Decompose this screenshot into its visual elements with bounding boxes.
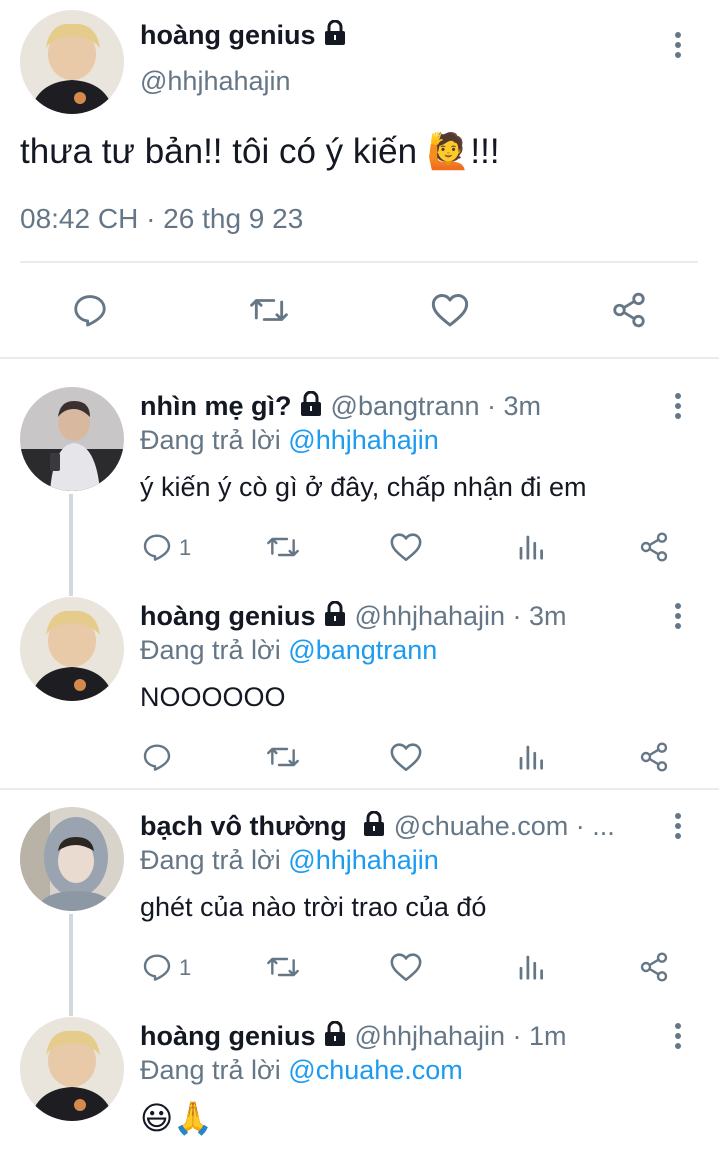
mention-link[interactable]: @bangtrann — [288, 635, 437, 665]
tweet-text: ghét của nào trời trao của đó — [140, 892, 487, 922]
avatar[interactable] — [20, 1017, 124, 1121]
share-icon[interactable] — [638, 741, 670, 773]
avatar[interactable] — [20, 597, 124, 701]
more-icon[interactable] — [673, 393, 683, 423]
lock-icon — [362, 810, 386, 844]
avatar[interactable] — [20, 10, 124, 114]
retweet-icon[interactable] — [248, 291, 290, 329]
lock-icon — [299, 390, 323, 424]
reply-icon[interactable] — [141, 531, 173, 563]
replying-to: Đang trả lời @hhjhahajin — [140, 845, 439, 875]
more-icon[interactable] — [673, 603, 683, 633]
heart-icon[interactable] — [389, 531, 423, 563]
handle-and-time: @bangtrann · 3m — [330, 391, 542, 421]
divider — [20, 261, 698, 263]
divider — [0, 357, 719, 359]
mention-link[interactable]: @hhjhahajin — [288, 845, 439, 875]
tweet-text: thưa tư bản!! tôi có ý kiến 🙋!!! — [20, 132, 500, 171]
analytics-icon[interactable] — [516, 741, 546, 773]
heart-icon[interactable] — [430, 291, 470, 329]
tweet-text: NOOOOOO — [140, 682, 286, 712]
avatar[interactable] — [20, 387, 124, 491]
display-name[interactable]: hoàng genius — [140, 1021, 316, 1051]
timestamp: 08:42 CH · 26 thg 9 23 — [20, 203, 304, 234]
more-icon[interactable] — [673, 32, 683, 62]
thread-line — [69, 914, 73, 1016]
display-name[interactable]: hoàng genius — [140, 20, 316, 50]
lock-icon — [323, 1020, 347, 1054]
thread-line — [69, 494, 73, 596]
share-icon[interactable] — [609, 291, 649, 329]
heart-icon[interactable] — [389, 741, 423, 773]
avatar[interactable] — [20, 807, 124, 911]
replying-to: Đang trả lời @bangtrann — [140, 635, 438, 665]
tweet-text: 😃🙏 — [140, 1100, 214, 1136]
reply-icon[interactable] — [71, 291, 109, 329]
analytics-icon[interactable] — [516, 531, 546, 563]
retweet-icon[interactable] — [265, 741, 301, 773]
replying-to: Đang trả lời @chuahe.com — [140, 1055, 463, 1085]
lock-icon — [323, 600, 347, 634]
handle-and-time: @hhjhahajin · 1m — [354, 1021, 567, 1051]
reply-count: 1 — [179, 535, 192, 560]
share-icon[interactable] — [638, 531, 670, 563]
more-icon[interactable] — [673, 1023, 683, 1053]
reply-icon[interactable] — [141, 741, 173, 773]
analytics-icon[interactable] — [516, 951, 546, 983]
handle-and-time: @chuahe.com · ... — [393, 811, 615, 841]
display-name[interactable]: hoàng genius — [140, 601, 316, 631]
display-name[interactable]: nhìn mẹ gì? — [140, 391, 292, 421]
replying-to: Đang trả lời @hhjhahajin — [140, 425, 439, 455]
mention-link[interactable]: @hhjhahajin — [288, 425, 439, 455]
reply-icon[interactable] — [141, 951, 173, 983]
display-name[interactable]: bạch vô thường — [140, 811, 347, 841]
handle-and-time: @hhjhahajin · 3m — [354, 601, 567, 631]
heart-icon[interactable] — [389, 951, 423, 983]
lock-icon — [323, 19, 347, 53]
handle[interactable]: @hhjhahajin — [140, 66, 291, 97]
retweet-icon[interactable] — [265, 951, 301, 983]
tweet-text: ý kiến ý cò gì ở đây, chấp nhận đi em — [140, 472, 587, 502]
mention-link[interactable]: @chuahe.com — [288, 1055, 463, 1085]
share-icon[interactable] — [638, 951, 670, 983]
retweet-icon[interactable] — [265, 531, 301, 563]
more-icon[interactable] — [673, 813, 683, 843]
divider — [0, 788, 719, 790]
reply-count: 1 — [179, 955, 192, 980]
